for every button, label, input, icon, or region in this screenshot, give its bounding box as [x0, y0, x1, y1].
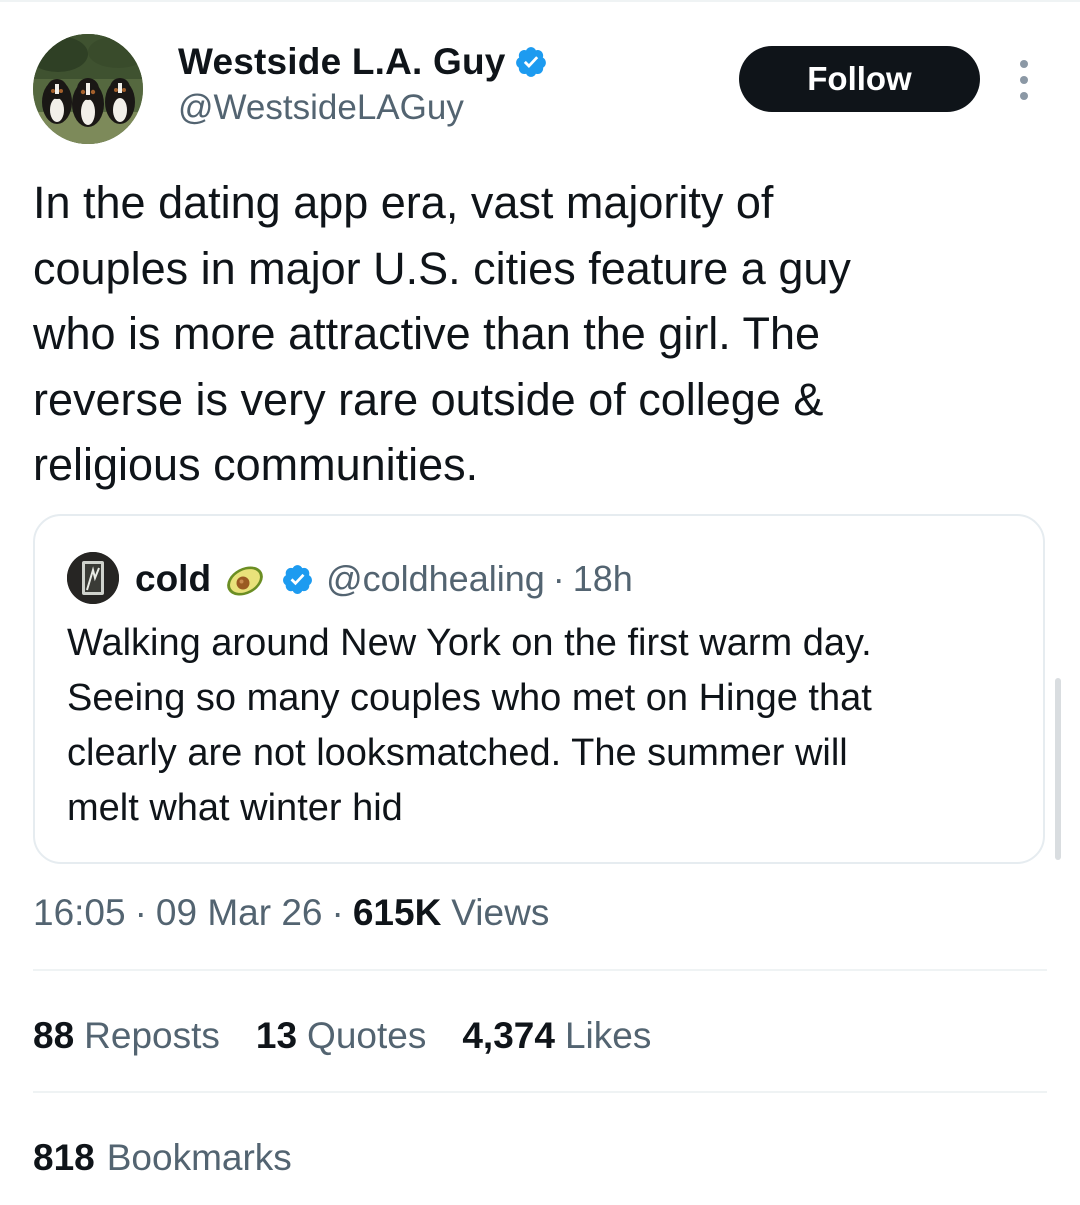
likes-label: Likes — [564, 1015, 652, 1056]
author-display-name[interactable]: Westside L.A. Guy — [178, 41, 506, 83]
quotes-stat[interactable]: 13 Quotes — [256, 1015, 426, 1057]
reposts-count: 88 — [33, 1015, 75, 1056]
author-avatar[interactable] — [33, 34, 143, 144]
bookmarks-label: Bookmarks — [106, 1137, 292, 1178]
top-divider — [0, 0, 1080, 2]
likes-stat[interactable]: 4,374 Likes — [462, 1015, 651, 1057]
tweet-date[interactable]: 09 Mar 26 — [156, 892, 323, 934]
quote-tweet-card[interactable]: cold @coldhealing · 18h Walking around N… — [33, 514, 1045, 864]
more-dot — [1020, 60, 1028, 68]
divider — [33, 969, 1047, 971]
author-name-row: Westside L.A. Guy — [178, 38, 548, 86]
quote-separator: · — [552, 558, 565, 599]
quote-timestamp[interactable]: 18h — [573, 558, 633, 600]
tweet-time[interactable]: 16:05 — [33, 892, 126, 934]
views-label[interactable]: Views — [451, 892, 549, 934]
scrollbar[interactable] — [1055, 678, 1061, 860]
views-count[interactable]: 615K — [353, 892, 441, 934]
quote-avatar-image — [67, 552, 119, 604]
quote-header: cold @coldhealing · 18h — [135, 554, 633, 604]
avocado-emoji-icon — [223, 560, 267, 598]
author-handle[interactable]: @WestsideLAGuy — [178, 88, 464, 128]
tweet-text: In the dating app era, vast majority of … — [33, 177, 851, 490]
verified-badge-icon — [281, 563, 314, 596]
meta-separator: · — [331, 892, 344, 933]
meta-separator: · — [134, 892, 147, 933]
engagement-stats: 88 Reposts 13 Quotes 4,374 Likes — [33, 1010, 687, 1062]
verified-badge-icon — [514, 45, 548, 79]
quote-text: Walking around New York on the first war… — [67, 622, 872, 829]
quote-author-avatar[interactable] — [67, 552, 119, 604]
quote-display-name[interactable]: cold — [135, 558, 211, 600]
quotes-count: 13 — [255, 1015, 298, 1056]
likes-count: 4,374 — [462, 1015, 555, 1056]
bookmarks-count: 818 — [33, 1137, 95, 1178]
follow-button[interactable]: Follow — [739, 46, 980, 112]
avatar-dogs-photo — [33, 34, 143, 144]
more-dot — [1020, 76, 1028, 84]
reposts-label: Reposts — [84, 1015, 220, 1056]
tweet-meta: 16:05 · 09 Mar 26 · 615K Views — [33, 888, 549, 938]
more-vertical-icon[interactable] — [1011, 60, 1037, 100]
bookmarks-stat[interactable]: 818 Bookmarks — [33, 1132, 292, 1184]
quotes-label: Quotes — [307, 1015, 427, 1056]
reposts-stat[interactable]: 88 Reposts — [33, 1015, 220, 1057]
more-dot — [1020, 92, 1028, 100]
divider — [33, 1091, 1047, 1093]
quote-handle[interactable]: @coldhealing — [326, 558, 545, 600]
